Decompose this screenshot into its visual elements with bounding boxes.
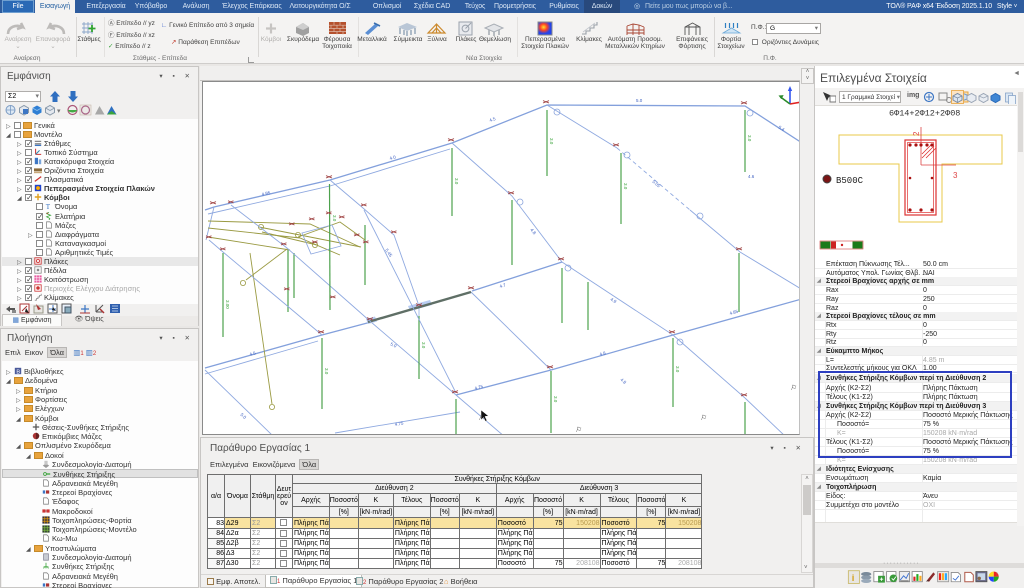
svg-text:⚐: ⚐ <box>700 414 707 422</box>
svg-text:T: T <box>46 204 51 211</box>
svg-text:4.95: 4.95 <box>261 190 271 197</box>
svg-text:3.0: 3.0 <box>421 342 426 349</box>
svg-text:3.0: 3.0 <box>332 215 337 222</box>
svg-text:3.0: 3.0 <box>675 366 680 373</box>
svg-text:4.75: 4.75 <box>474 384 484 391</box>
svg-text:6Φ14+2Φ12+2Φ08: 6Φ14+2Φ12+2Φ08 <box>889 109 960 119</box>
svg-text:3.00: 3.00 <box>225 300 230 309</box>
svg-text:3.0: 3.0 <box>623 183 628 190</box>
svg-text:3.0: 3.0 <box>553 396 558 403</box>
svg-text:3.0: 3.0 <box>454 178 459 185</box>
svg-text:3.0: 3.0 <box>324 368 329 375</box>
svg-text:5.0: 5.0 <box>636 98 643 103</box>
svg-text:B500C: B500C <box>836 176 864 186</box>
svg-text:3.0: 3.0 <box>549 138 554 145</box>
svg-text:4.8: 4.8 <box>529 227 537 235</box>
svg-text:i: i <box>852 573 855 583</box>
svg-text:5.05: 5.05 <box>651 179 661 189</box>
svg-text:4.6: 4.6 <box>748 174 755 179</box>
svg-text:5.0: 5.0 <box>239 412 247 420</box>
svg-text:⚐: ⚐ <box>790 384 797 392</box>
svg-text:5.0: 5.0 <box>390 341 398 348</box>
svg-text:4.5: 4.5 <box>489 116 497 123</box>
svg-text:3.0: 3.0 <box>747 135 752 142</box>
svg-text:4.75: 4.75 <box>394 420 404 427</box>
svg-text:▾: ▾ <box>57 108 61 115</box>
svg-text:B: B <box>16 369 20 375</box>
svg-text:⚐: ⚐ <box>575 426 582 434</box>
svg-text:4.8: 4.8 <box>599 350 607 357</box>
svg-text:3: 3 <box>953 171 958 180</box>
svg-text:⁞: ⁞ <box>996 572 997 578</box>
svg-text:4.7: 4.7 <box>499 282 507 289</box>
svg-text:4.85: 4.85 <box>729 309 739 316</box>
svg-text:2: 2 <box>912 131 921 136</box>
svg-text:4.5: 4.5 <box>249 350 257 357</box>
svg-text:4.8: 4.8 <box>619 377 627 385</box>
